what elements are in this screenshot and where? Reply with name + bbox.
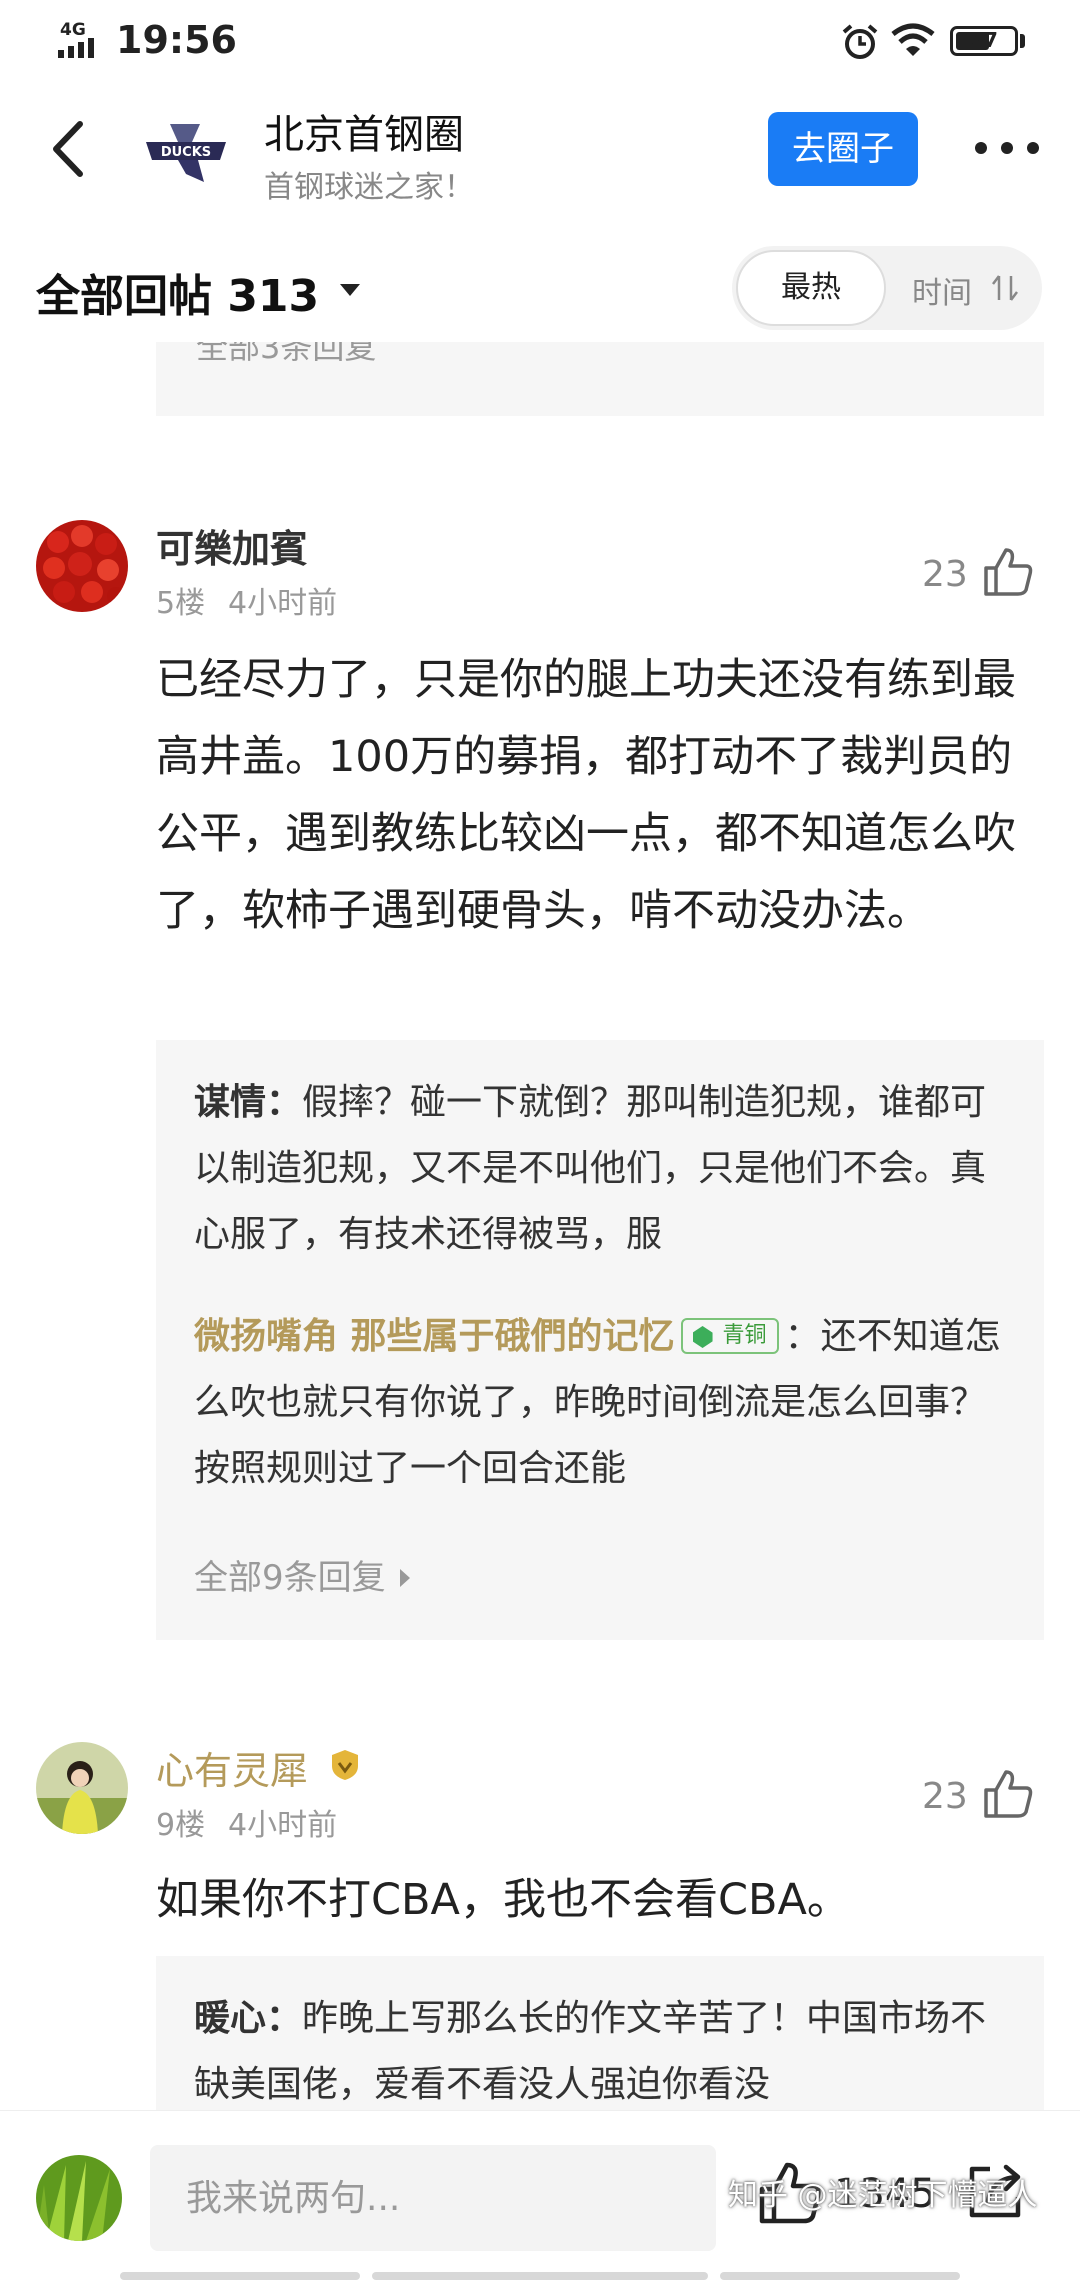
reply-author[interactable]: 暖心：: [194, 1998, 302, 2039]
reply-author[interactable]: 谋情：: [194, 1082, 302, 1123]
circle-header: DUCKS 北京首钢圈 首钢球迷之家！ 去圈子: [0, 84, 1080, 224]
chevron-right-icon: [399, 1569, 410, 1587]
avatar[interactable]: [36, 520, 128, 612]
reply-preview-box[interactable]: 谋情：假摔？碰一下就倒？那叫制造犯规，谁都可以制造犯规，又不是不叫他们，只是他们…: [156, 1040, 1044, 1640]
username[interactable]: 心有灵犀: [156, 1740, 308, 1795]
reply-text: 假摔？碰一下就倒？那叫制造犯规，谁都可以制造犯规，又不是不叫他们，只是他们不会。…: [194, 1082, 987, 1255]
like-count: 23: [922, 554, 968, 595]
level-badge: 青铜: [680, 1318, 779, 1354]
goto-circle-button[interactable]: 去圈子: [768, 112, 918, 186]
like-count: 23: [922, 1776, 968, 1817]
reply-item[interactable]: 暖心：昨晚上写那么长的作文辛苦了！中国市场不缺美国佬，爱看不看没人强迫你看没: [194, 1986, 1014, 2118]
sort-toggle: 最热 时间: [732, 246, 1042, 330]
gem-icon: [692, 1326, 713, 1348]
previous-replies-box: 全部3条回复: [156, 340, 1044, 416]
sort-bar: 全部回帖 313 最热 时间: [0, 232, 1080, 342]
previous-all-replies-link[interactable]: 全部3条回复: [196, 340, 376, 368]
reply-author[interactable]: 微扬嘴角 那些属于硪們的记忆: [194, 1316, 675, 1357]
avatar[interactable]: [36, 1742, 128, 1834]
battery-level: 57: [970, 28, 998, 52]
status-time: 19:56: [116, 18, 237, 62]
sort-hot-button[interactable]: 最热: [736, 250, 886, 326]
reply-preview-box[interactable]: 暖心：昨晚上写那么长的作文辛苦了！中国市场不缺美国佬，爱看不看没人强迫你看没: [156, 1956, 1044, 2116]
reply-item[interactable]: 谋情：假摔？碰一下就倒？那叫制造犯规，谁都可以制造犯规，又不是不叫他们，只是他们…: [194, 1070, 1014, 1268]
back-arrow-icon[interactable]: [44, 114, 94, 184]
more-icon[interactable]: [975, 142, 1039, 158]
nav-indicator: [720, 2272, 960, 2280]
watermark: 知乎 @迷茫树下懵逼人: [728, 2178, 1038, 2213]
nav-indicator: [372, 2272, 708, 2280]
post-time: 4小时前: [228, 586, 338, 621]
battery-icon: 57: [950, 26, 1018, 56]
alarm-icon: [842, 24, 878, 59]
post-time: 4小时前: [228, 1808, 338, 1843]
reply-text: 昨晚上写那么长的作文辛苦了！中国市场不缺美国佬，爱看不看没人强迫你看没: [194, 1998, 987, 2105]
floor-number: 9楼: [156, 1808, 206, 1843]
wifi-icon: [891, 23, 935, 56]
sort-time-button[interactable]: 时间: [912, 268, 972, 312]
all-replies-link[interactable]: 全部9条回复: [194, 1550, 410, 1599]
post-body: 如果你不打CBA，我也不会看CBA。: [156, 1875, 850, 1925]
dropdown-caret-icon[interactable]: [340, 284, 360, 296]
logo-text: DUCKS: [161, 145, 211, 160]
floor-number: 5楼: [156, 586, 206, 621]
sort-arrows-icon[interactable]: [990, 272, 1020, 304]
comment-input[interactable]: [150, 2145, 716, 2251]
signal-icon: [58, 38, 94, 58]
post-body: 已经尽力了，只是你的腿上功夫还没有练到最高井盖。100万的募捐，都打动不了裁判员…: [156, 655, 1016, 936]
circle-subtitle: 首钢球迷之家！: [264, 170, 474, 205]
thumbs-up-icon[interactable]: [982, 546, 1034, 598]
thumbs-up-icon[interactable]: [982, 1768, 1034, 1820]
all-replies-count[interactable]: 全部回帖 313: [36, 260, 319, 324]
my-avatar[interactable]: [36, 2155, 122, 2241]
circle-title[interactable]: 北京首钢圈: [264, 102, 464, 160]
nav-indicator: [120, 2272, 360, 2280]
reply-item[interactable]: 微扬嘴角 那些属于硪們的记忆 青铜 ：还不知道怎么吹也就只有你说了，昨晚时间倒流是怎…: [194, 1304, 1014, 1502]
username[interactable]: 可樂加賓: [156, 518, 308, 573]
circle-logo[interactable]: DUCKS: [140, 112, 232, 190]
verified-badge-icon: [332, 1750, 358, 1780]
status-bar: 4G 19:56 57: [0, 0, 1080, 84]
